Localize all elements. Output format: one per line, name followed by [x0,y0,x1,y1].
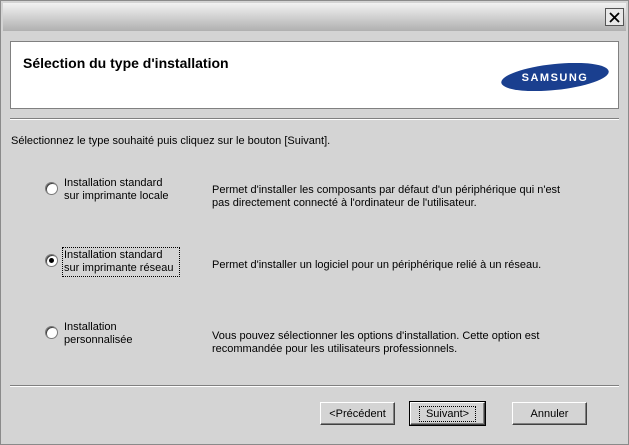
option-label-network[interactable]: Installation standard sur imprimante rés… [62,247,180,277]
title-bar [3,3,626,31]
svg-text:SAMSUNG: SAMSUNG [522,72,589,84]
radio-network-install[interactable] [45,254,58,267]
samsung-logo: SAMSUNG [501,63,609,91]
cancel-button[interactable]: Annuler [512,402,587,425]
previous-button[interactable]: <Précédent [320,402,395,425]
option-desc-custom: Vous pouvez sélectionner les options d'i… [212,330,540,355]
option-label-local[interactable]: Installation standard sur imprimante loc… [64,177,184,203]
radio-custom-install[interactable] [45,326,58,339]
bottom-separator [10,385,619,387]
close-icon [609,11,620,23]
next-button[interactable]: Suivant> [409,401,486,426]
instruction-text: Sélectionnez le type souhaité puis cliqu… [11,135,331,147]
option-desc-local: Permet d'installer les composants par dé… [212,184,561,209]
option-desc-network: Permet d'installer un logiciel pour un p… [212,259,542,271]
installer-window: Sélection du type d'installation SAMSUNG… [0,0,629,445]
option-label-custom[interactable]: Installation personnalisée [64,321,184,347]
radio-local-install[interactable] [45,182,58,195]
close-button[interactable] [605,8,624,26]
header-panel: Sélection du type d'installation SAMSUNG [10,41,619,109]
page-title: Sélection du type d'installation [23,55,229,71]
top-separator [10,118,619,120]
